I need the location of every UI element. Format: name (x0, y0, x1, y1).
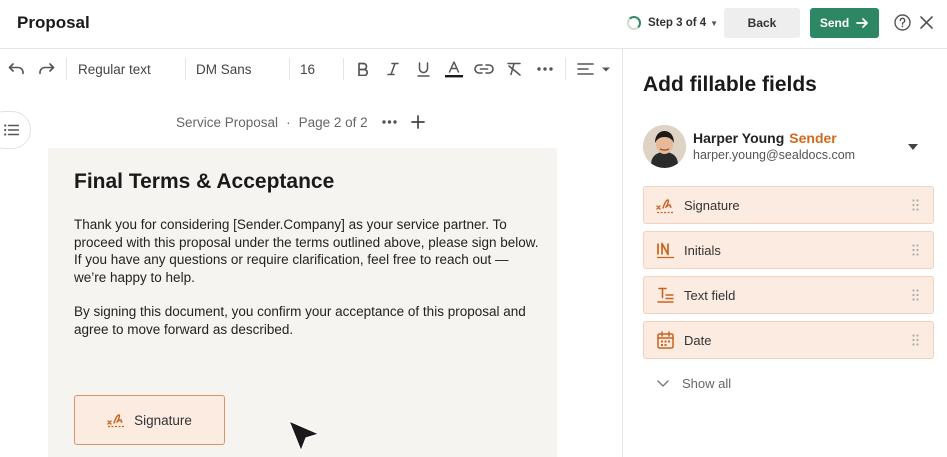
field-signature[interactable]: Signature (643, 186, 934, 224)
field-label: Signature (684, 197, 740, 213)
top-bar: Proposal Step 3 of 4 ▼ Back Send (0, 0, 947, 48)
toolbar-divider (343, 58, 344, 80)
user-email: harper.young@sealdocs.com (693, 148, 856, 162)
panel-title: Add fillable fields (643, 73, 817, 96)
align-left-icon[interactable] (577, 49, 611, 89)
redo-icon[interactable] (38, 49, 55, 89)
add-page-icon[interactable] (410, 115, 425, 129)
show-all-label: Show all (682, 376, 732, 391)
show-all-toggle[interactable]: Show all (657, 376, 731, 391)
drag-handle-icon[interactable] (912, 334, 919, 346)
signature-icon (655, 195, 675, 215)
document-page[interactable]: Final Terms & Acceptance Thank you for c… (48, 148, 557, 457)
bold-icon[interactable] (357, 49, 369, 89)
user-role-label: Sender (789, 130, 837, 146)
field-label: Date (684, 332, 712, 348)
step-label: Step 3 of 4 (648, 17, 707, 29)
page-more-icon[interactable] (381, 120, 397, 124)
text-field-icon (655, 285, 675, 305)
signature-field-label: Signature (134, 412, 192, 428)
font-size-input[interactable]: 16 (300, 49, 315, 89)
recipient-dropdown-icon[interactable] (908, 144, 918, 150)
mouse-cursor-icon (288, 420, 320, 452)
document-name: Service Proposal (176, 114, 279, 130)
signature-field[interactable]: Signature (74, 395, 225, 445)
back-button[interactable]: Back (724, 8, 800, 38)
drag-handle-icon[interactable] (912, 289, 919, 301)
field-date[interactable]: Date (643, 321, 934, 359)
toolbar-divider (185, 58, 186, 80)
field-label: Initials (684, 242, 721, 258)
initials-icon (655, 240, 675, 260)
field-initials[interactable]: Initials (643, 231, 934, 269)
user-name: Harper Young Sender (693, 130, 837, 146)
paragraph: By signing this document, you confirm yo… (74, 304, 526, 337)
formatting-toolbar: Regular text DM Sans 16 (0, 48, 622, 88)
page-heading: Final Terms & Acceptance (74, 170, 335, 193)
help-icon[interactable] (894, 14, 911, 31)
toolbar-divider (565, 58, 566, 80)
chevron-down-icon: ▼ (710, 18, 719, 28)
separator-dot: · (286, 114, 291, 130)
close-icon[interactable] (919, 15, 934, 30)
outline-toggle-button[interactable] (0, 111, 31, 149)
toolbar-divider (289, 58, 290, 80)
drag-handle-icon[interactable] (912, 244, 919, 256)
page-navigation: Service Proposal · Page 2 of 2 (176, 112, 425, 132)
undo-icon[interactable] (8, 49, 25, 89)
link-icon[interactable] (474, 49, 494, 89)
page-indicator: Page 2 of 2 (298, 114, 368, 130)
italic-icon[interactable] (387, 49, 399, 89)
text-style-select[interactable]: Regular text (78, 49, 151, 89)
fields-panel: Add fillable fields Harper Young Sender h… (622, 48, 947, 457)
paragraph: Thank you for considering [Sender.Compan… (74, 217, 539, 285)
avatar (643, 125, 686, 168)
calendar-icon (655, 330, 675, 350)
field-text[interactable]: Text field (643, 276, 934, 314)
toolbar-divider (66, 58, 67, 80)
chevron-down-icon (657, 380, 669, 387)
drag-handle-icon[interactable] (912, 199, 919, 211)
arrow-right-icon (856, 18, 869, 28)
document-title: Proposal (17, 13, 90, 32)
step-indicator[interactable]: Step 3 of 4 ▼ (627, 14, 718, 32)
more-options-icon[interactable] (537, 49, 553, 89)
field-label: Text field (684, 287, 736, 303)
user-full-name: Harper Young (693, 130, 785, 146)
font-family-select[interactable]: DM Sans (196, 49, 252, 89)
send-label: Send (819, 16, 850, 30)
clear-format-icon[interactable] (506, 49, 523, 89)
text-color-icon[interactable] (445, 49, 463, 89)
signature-icon (107, 414, 125, 428)
list-icon (4, 124, 19, 136)
progress-ring-icon (627, 16, 641, 30)
send-button[interactable]: Send (810, 8, 879, 38)
underline-icon[interactable] (417, 49, 430, 89)
